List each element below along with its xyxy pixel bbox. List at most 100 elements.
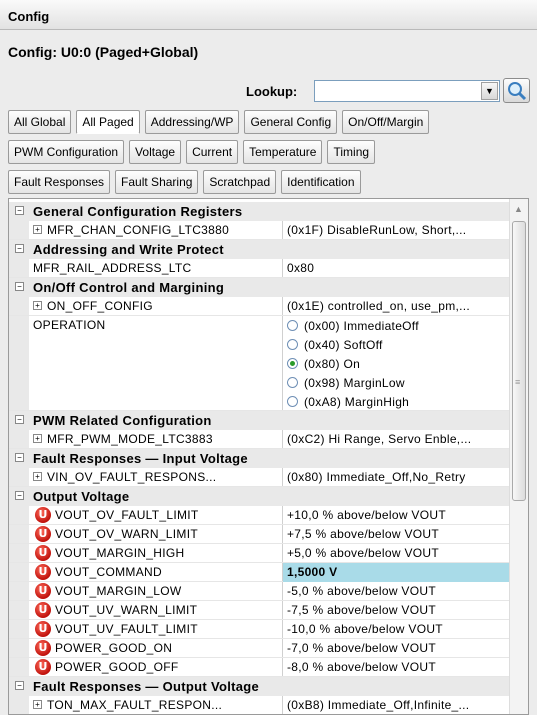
property-row[interactable]: + VIN_OV_FAULT_RESPONS... (0x80) Immedia… — [9, 468, 509, 487]
row-gutter — [9, 696, 29, 714]
operation-radio-group: (0x00) ImmediateOff (0x40) SoftOff (0x80… — [287, 316, 509, 411]
property-value[interactable]: -10,0 % above/below VOUT — [287, 622, 509, 636]
property-value[interactable]: (0x1F) DisableRunLow, Short,... — [287, 223, 509, 237]
property-row[interactable]: + MFR_PWM_MODE_LTC3883 (0xC2) Hi Range, … — [9, 430, 509, 449]
property-name: ON_OFF_CONFIG — [47, 299, 153, 313]
property-row-operation[interactable]: OPERATION (0x00) ImmediateOff (0x40) Sof… — [9, 316, 509, 411]
u-warning-icon: U — [35, 583, 51, 599]
row-gutter — [9, 601, 29, 619]
vertical-scrollbar[interactable]: ▲ ≡ — [509, 199, 528, 714]
tab-pwm-configuration[interactable]: PWM Configuration — [8, 140, 125, 164]
radio-button[interactable] — [287, 377, 298, 388]
tab-identification[interactable]: Identification — [281, 170, 361, 194]
row-gutter — [9, 468, 29, 486]
radio-button[interactable] — [287, 396, 298, 407]
minus-box-icon[interactable]: − — [15, 206, 24, 215]
chevron-down-icon[interactable]: ▼ — [481, 82, 498, 100]
column-divider — [282, 601, 283, 619]
property-grid[interactable]: − General Configuration Registers + MFR_… — [8, 198, 529, 715]
u-warning-icon: U — [35, 659, 51, 675]
property-row[interactable]: U VOUT_MARGIN_LOW -5,0 % above/below VOU… — [9, 582, 509, 601]
property-value[interactable]: -5,0 % above/below VOUT — [287, 584, 509, 598]
row-gutter — [9, 297, 29, 315]
property-value[interactable]: +7,5 % above/below VOUT — [287, 527, 509, 541]
tab-voltage[interactable]: Voltage — [129, 140, 182, 164]
search-button[interactable] — [503, 78, 530, 103]
minus-box-icon[interactable]: − — [15, 282, 24, 291]
property-row-selected[interactable]: U VOUT_COMMAND 1,5000 V — [9, 563, 509, 582]
lookup-combobox[interactable]: ▼ — [314, 80, 500, 102]
property-row[interactable]: U VOUT_UV_WARN_LIMIT -7,5 % above/below … — [9, 601, 509, 620]
property-value[interactable]: (0x1E) controlled_on, use_pm,... — [287, 299, 509, 313]
property-name: TON_MAX_FAULT_RESPON... — [47, 698, 223, 712]
category-label: Addressing and Write Protect — [33, 242, 224, 257]
radio-option[interactable]: (0x00) ImmediateOff — [287, 316, 509, 335]
property-name: POWER_GOOD_ON — [55, 641, 173, 655]
category-fault-output[interactable]: − Fault Responses — Output Voltage — [9, 677, 509, 696]
minus-box-icon[interactable]: − — [15, 244, 24, 253]
property-row[interactable]: MFR_RAIL_ADDRESS_LTC 0x80 — [9, 259, 509, 278]
property-row[interactable]: U VOUT_UV_FAULT_LIMIT -10,0 % above/belo… — [9, 620, 509, 639]
category-output-voltage[interactable]: − Output Voltage — [9, 487, 509, 506]
radio-button[interactable] — [287, 358, 298, 369]
radio-option[interactable]: (0x40) SoftOff — [287, 335, 509, 354]
property-value[interactable]: (0xB8) Immediate_Off,Infinite_... — [287, 698, 509, 712]
minus-box-icon[interactable]: − — [15, 681, 24, 690]
tab-addressing-wp[interactable]: Addressing/WP — [144, 110, 240, 134]
radio-button[interactable] — [287, 320, 298, 331]
property-value[interactable]: +10,0 % above/below VOUT — [287, 508, 509, 522]
tab-all-paged[interactable]: All Paged — [76, 110, 140, 134]
radio-option[interactable]: (0x98) MarginLow — [287, 373, 509, 392]
category-fault-input[interactable]: − Fault Responses — Input Voltage — [9, 449, 509, 468]
property-value[interactable]: -7,0 % above/below VOUT — [287, 641, 509, 655]
row-gutter — [9, 525, 29, 543]
plus-box-icon[interactable]: + — [33, 434, 42, 443]
tab-temperature[interactable]: Temperature — [243, 140, 323, 164]
property-row[interactable]: U POWER_GOOD_ON -7,0 % above/below VOUT — [9, 639, 509, 658]
property-row[interactable]: + MFR_CHAN_CONFIG_LTC3880 (0x1F) Disable… — [9, 221, 509, 240]
column-divider — [282, 430, 283, 448]
property-name: VOUT_UV_FAULT_LIMIT — [55, 622, 198, 636]
row-gutter — [9, 506, 29, 524]
tab-all-global[interactable]: All Global — [8, 110, 72, 134]
property-value-editing[interactable]: 1,5000 V — [283, 563, 509, 582]
scroll-up-arrow-icon[interactable]: ▲ — [514, 204, 523, 214]
plus-box-icon[interactable]: + — [33, 472, 42, 481]
radio-option-selected[interactable]: (0x80) On — [287, 354, 509, 373]
tab-timing[interactable]: Timing — [327, 140, 376, 164]
tab-fault-sharing[interactable]: Fault Sharing — [115, 170, 199, 194]
property-row[interactable]: U POWER_GOOD_OFF -8,0 % above/below VOUT — [9, 658, 509, 677]
plus-box-icon[interactable]: + — [33, 225, 42, 234]
tab-current[interactable]: Current — [186, 140, 239, 164]
category-addressing[interactable]: − Addressing and Write Protect — [9, 240, 509, 259]
property-row[interactable]: U VOUT_OV_WARN_LIMIT +7,5 % above/below … — [9, 525, 509, 544]
property-value[interactable]: (0xC2) Hi Range, Servo Enble,... — [287, 432, 509, 446]
property-row[interactable]: + ON_OFF_CONFIG (0x1E) controlled_on, us… — [9, 297, 509, 316]
minus-box-icon[interactable]: − — [15, 415, 24, 424]
property-value[interactable]: -7,5 % above/below VOUT — [287, 603, 509, 617]
property-row[interactable]: U VOUT_OV_FAULT_LIMIT +10,0 % above/belo… — [9, 506, 509, 525]
plus-box-icon[interactable]: + — [33, 700, 42, 709]
category-general-config[interactable]: − General Configuration Registers — [9, 202, 509, 221]
property-row[interactable]: + TON_MAX_FAULT_RESPON... (0xB8) Immedia… — [9, 696, 509, 714]
plus-box-icon[interactable]: + — [33, 301, 42, 310]
minus-box-icon[interactable]: − — [15, 453, 24, 462]
tab-on-off-margin[interactable]: On/Off/Margin — [342, 110, 430, 134]
tab-fault-responses[interactable]: Fault Responses — [8, 170, 111, 194]
property-value[interactable]: -8,0 % above/below VOUT — [287, 660, 509, 674]
property-value[interactable]: 0x80 — [287, 261, 509, 275]
property-value[interactable]: +5,0 % above/below VOUT — [287, 546, 509, 560]
column-divider — [282, 297, 283, 315]
property-row[interactable]: U VOUT_MARGIN_HIGH +5,0 % above/below VO… — [9, 544, 509, 563]
row-gutter — [9, 563, 29, 581]
tab-scratchpad[interactable]: Scratchpad — [203, 170, 277, 194]
tab-general-config[interactable]: General Config — [244, 110, 338, 134]
category-pwm[interactable]: − PWM Related Configuration — [9, 411, 509, 430]
scrollbar-thumb[interactable] — [512, 221, 526, 501]
radio-button[interactable] — [287, 339, 298, 350]
radio-option[interactable]: (0xA8) MarginHigh — [287, 392, 509, 411]
category-on-off[interactable]: − On/Off Control and Margining — [9, 278, 509, 297]
minus-box-icon[interactable]: − — [15, 491, 24, 500]
property-value[interactable]: (0x80) Immediate_Off,No_Retry — [287, 470, 509, 484]
column-divider — [282, 544, 283, 562]
